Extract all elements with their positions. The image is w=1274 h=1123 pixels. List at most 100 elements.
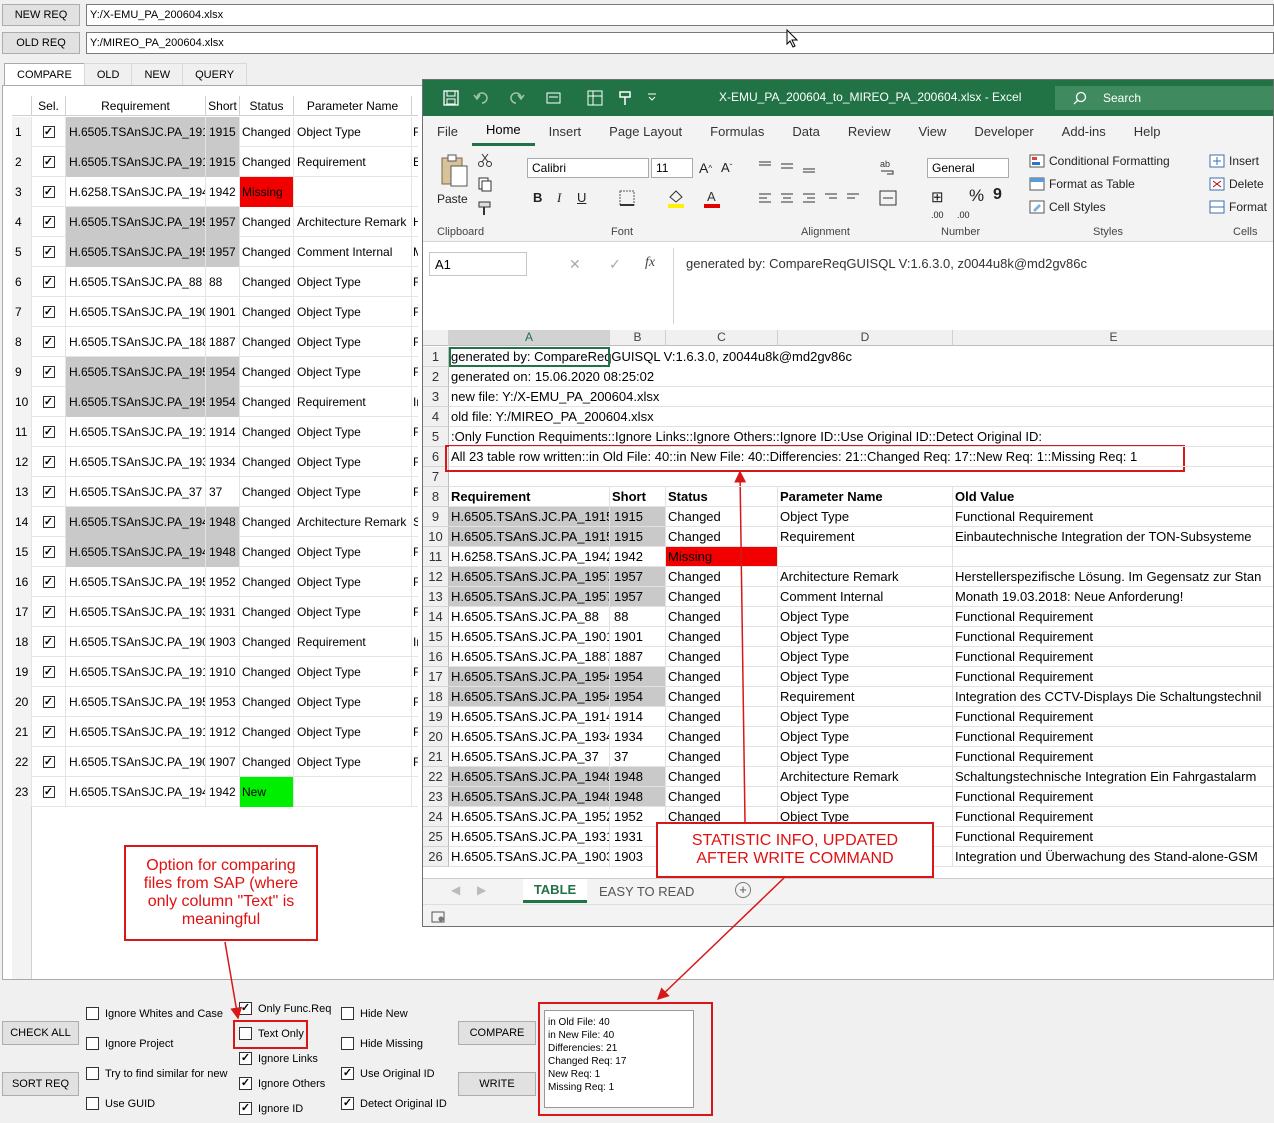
parameter-name-cell[interactable]: Object Type <box>778 627 953 647</box>
row-select-checkbox[interactable]: ✓ <box>32 627 66 657</box>
col-header-status[interactable]: Status <box>240 96 294 116</box>
table-row[interactable]: 8 ✓ H.6505.TSAnSJC.PA_1887 1887 Changed Objec… <box>12 327 418 357</box>
parameter-name-cell[interactable]: Object Type <box>778 667 953 687</box>
parameter-name-cell[interactable]: Object Type <box>778 727 953 747</box>
table-row[interactable]: 12 ✓ H.6505.TSAnSJC.PA_1934 1934 Changed Obje… <box>12 447 418 477</box>
merge-center-icon[interactable] <box>879 190 897 206</box>
table-row[interactable]: 20 ✓ H.6505.TSAnSJC.PA_1953 1953 Changed Obje… <box>12 687 418 717</box>
parameter-name-cell[interactable] <box>778 547 953 567</box>
row-header[interactable]: 21 <box>423 747 449 767</box>
status-cell[interactable]: Changed <box>666 607 778 627</box>
table-row[interactable]: 4 ✓ H.6505.TSAnSJC.PA_1957 1957 Changed Archi… <box>12 207 418 237</box>
col-header-requirement[interactable]: Requirement <box>66 96 206 116</box>
row-header[interactable]: 26 <box>423 847 449 867</box>
row-header[interactable]: 16 <box>423 647 449 667</box>
row-select-checkbox[interactable]: ✓ <box>32 117 66 147</box>
format-painter-icon[interactable] <box>617 89 635 107</box>
write-button[interactable]: WRITE <box>458 1072 536 1096</box>
info-cell[interactable]: new file: Y:/X-EMU_PA_200604.xlsx <box>449 387 1273 407</box>
add-sheet-icon[interactable]: + <box>735 882 751 898</box>
requirement-cell[interactable]: H.6505.TSAnS.JC.PA_1952 <box>449 807 610 827</box>
ignore-whites-checkbox[interactable]: Ignore Whites and Case <box>86 1007 223 1020</box>
row-header[interactable]: 3 <box>423 387 449 407</box>
vertical-align-icons[interactable] <box>757 160 821 174</box>
column-header-b[interactable]: B <box>610 330 666 346</box>
row-header[interactable]: 14 <box>423 607 449 627</box>
name-box[interactable]: A1 <box>429 252 527 276</box>
old-value-cell[interactable]: Einbautechnische Integration der TON-Sub… <box>953 527 1273 547</box>
status-cell[interactable]: Missing <box>666 547 778 567</box>
row-select-checkbox[interactable]: ✓ <box>32 687 66 717</box>
bold-icon[interactable]: B <box>533 190 542 205</box>
old-value-cell[interactable]: Integration und Überwachung des Stand-al… <box>953 847 1273 867</box>
parameter-name-cell[interactable]: Architecture Remark <box>778 767 953 787</box>
table-row[interactable]: 23 ✓ H.6505.TSAnSJC.PA_1942 1942 New <box>12 777 418 807</box>
use-original-id-checkbox[interactable]: ✓ Use Original ID <box>341 1067 435 1080</box>
status-cell[interactable]: Changed <box>666 567 778 587</box>
parameter-name-cell[interactable]: Requirement <box>778 687 953 707</box>
short-cell[interactable]: 1957 <box>610 587 666 607</box>
detect-original-id-checkbox[interactable]: ✓ Detect Original ID <box>341 1097 447 1110</box>
row-header[interactable]: 11 <box>423 547 449 567</box>
short-cell[interactable]: 1948 <box>610 767 666 787</box>
short-cell[interactable]: 1914 <box>610 707 666 727</box>
requirement-cell[interactable]: H.6505.TSAnS.JC.PA_1954 <box>449 667 610 687</box>
requirement-cell[interactable]: H.6505.TSAnS.JC.PA_1903 <box>449 847 610 867</box>
new-req-path-field[interactable]: Y:/X-EMU_PA_200604.xlsx <box>86 4 1274 26</box>
short-cell[interactable]: 37 <box>610 747 666 767</box>
info-cell[interactable]: All 23 table row written::in Old File: 4… <box>449 447 1273 467</box>
format-painter-button-icon[interactable] <box>477 200 493 216</box>
old-value-cell[interactable]: Herstellerspezifische Lösung. Im Gegensa… <box>953 567 1273 587</box>
row-header[interactable]: 18 <box>423 687 449 707</box>
format-cells-button[interactable]: Format <box>1209 200 1267 214</box>
row-header[interactable]: 8 <box>423 487 449 507</box>
col-header-parameter-name[interactable]: Parameter Name <box>294 96 412 116</box>
requirement-cell[interactable]: H.6505.TSAnS.JC.PA_1915 <box>449 527 610 547</box>
requirement-cell[interactable]: H.6505.TSAnS.JC.PA_1901 <box>449 627 610 647</box>
short-cell[interactable]: 1901 <box>610 627 666 647</box>
customize-toolbar-icon[interactable] <box>647 92 657 102</box>
compare-button[interactable]: COMPARE <box>458 1021 536 1045</box>
short-cell[interactable]: 1948 <box>610 787 666 807</box>
requirement-cell[interactable]: H.6505.TSAnS.JC.PA_1957 <box>449 567 610 587</box>
table-row[interactable]: 1 ✓ H.6505.TSAnSJC.PA_1915 1915 Changed Objec… <box>12 117 418 147</box>
tab-old[interactable]: OLD <box>83 63 133 85</box>
use-guid-checkbox[interactable]: Use GUID <box>86 1097 155 1110</box>
row-select-checkbox[interactable]: ✓ <box>32 447 66 477</box>
confirm-entry-icon[interactable]: ✓ <box>609 256 621 273</box>
short-cell[interactable]: 88 <box>610 607 666 627</box>
requirement-cell[interactable]: H.6505.TSAnS.JC.PA_1954 <box>449 687 610 707</box>
menu-view[interactable]: View <box>904 116 960 146</box>
info-cell[interactable] <box>449 467 1273 487</box>
short-cell[interactable]: 1934 <box>610 727 666 747</box>
decrease-decimal-icon[interactable]: .00 <box>957 210 970 220</box>
row-select-checkbox[interactable]: ✓ <box>32 747 66 777</box>
print-preview-icon[interactable] <box>545 90 567 106</box>
cancel-entry-icon[interactable]: ✕ <box>569 256 581 273</box>
requirement-cell[interactable]: H.6505.TSAnS.JC.PA_1948 <box>449 767 610 787</box>
row-header[interactable]: 22 <box>423 767 449 787</box>
row-header[interactable]: 20 <box>423 727 449 747</box>
row-header[interactable]: 15 <box>423 627 449 647</box>
increase-font-icon[interactable]: A ^ <box>699 160 712 176</box>
row-select-checkbox[interactable]: ✓ <box>32 537 66 567</box>
row-select-checkbox[interactable]: ✓ <box>32 387 66 417</box>
old-value-cell[interactable]: Functional Requirement <box>953 647 1273 667</box>
status-cell[interactable]: Changed <box>666 647 778 667</box>
status-cell[interactable]: Changed <box>666 747 778 767</box>
font-color-icon[interactable]: A <box>703 188 721 208</box>
column-title-cell[interactable]: Status <box>666 487 778 507</box>
horizontal-align-icons[interactable] <box>757 192 865 206</box>
table-row[interactable]: 5 ✓ H.6505.TSAnSJC.PA_1957 1957 Changed Comme… <box>12 237 418 267</box>
row-select-checkbox[interactable]: ✓ <box>32 717 66 747</box>
percent-icon[interactable]: % <box>969 186 984 206</box>
menu-review[interactable]: Review <box>834 116 905 146</box>
table-row[interactable]: 7 ✓ H.6505.TSAnSJC.PA_1901 1901 Changed Objec… <box>12 297 418 327</box>
font-name-select[interactable]: Calibri <box>527 158 649 178</box>
row-select-checkbox[interactable]: ✓ <box>32 177 66 207</box>
parameter-name-cell[interactable]: Object Type <box>778 747 953 767</box>
column-title-cell[interactable]: Requirement <box>449 487 610 507</box>
status-cell[interactable]: Changed <box>666 527 778 547</box>
cell-styles-button[interactable]: Cell Styles <box>1029 200 1106 214</box>
table-icon[interactable] <box>587 90 603 106</box>
